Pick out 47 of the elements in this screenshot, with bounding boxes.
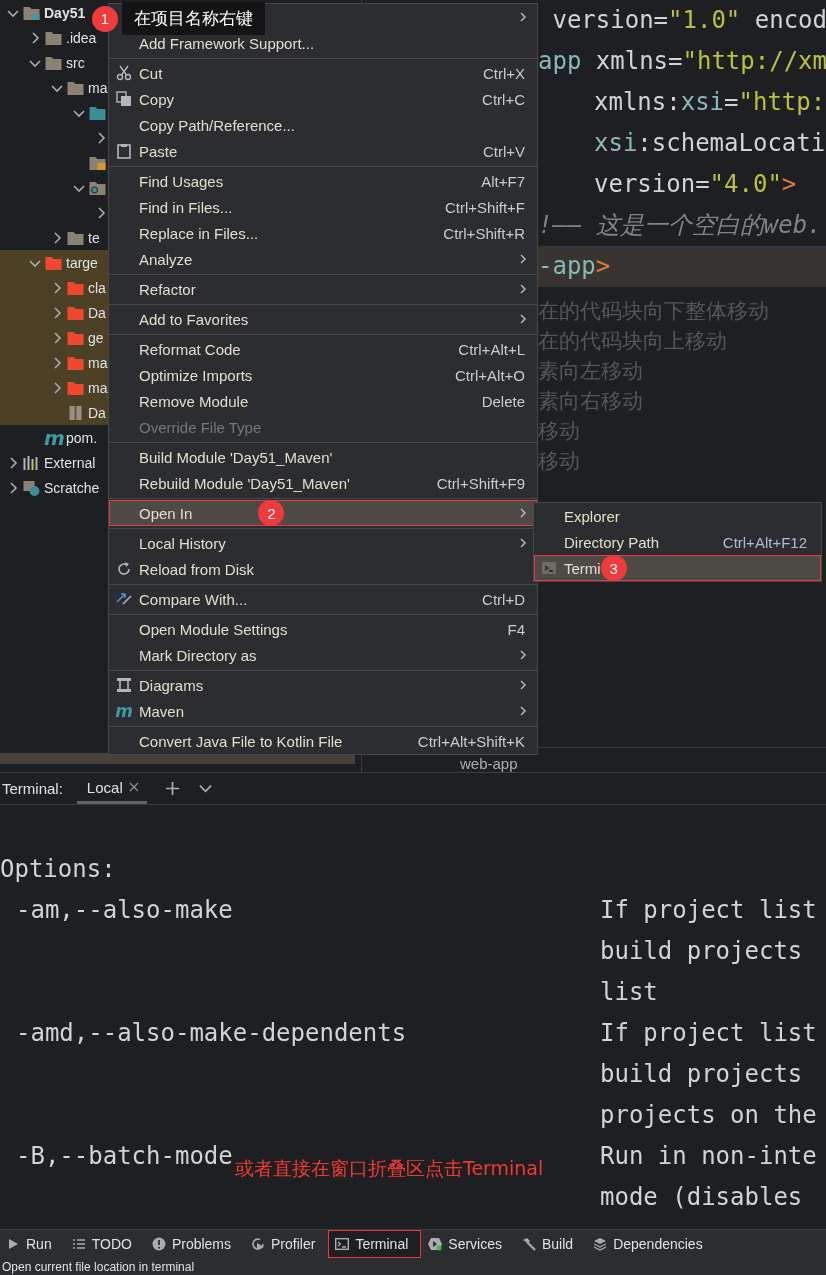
hint-text: 在的代码块向上移动 [538, 328, 727, 355]
panel-title: Terminal: [2, 780, 63, 797]
shortcut-label: Ctrl+Shift+R [443, 224, 525, 242]
shortcut-label: Ctrl+Alt+L [458, 340, 525, 358]
hint-text: 移动 [538, 418, 580, 445]
shortcut-label: Ctrl+Alt+O [454, 366, 525, 384]
option-text: -amd,--also-make-dependents [16, 1019, 407, 1047]
step-badge: 2 [258, 500, 285, 526]
code-line: version="4.0"> [594, 170, 797, 198]
shortcut-label: Ctrl+D [482, 590, 525, 608]
shortcut-label: Ctrl+Alt+Shift+K [417, 732, 525, 750]
maven-icon: m [44, 429, 65, 446]
description-text: projects on the [600, 1100, 817, 1131]
code-line: xsi:schemaLocati [594, 129, 826, 157]
shortcut-label: Ctrl+Shift+F [444, 198, 525, 216]
description-text: list [600, 977, 658, 1008]
code-line: version="1.0" encod [551, 6, 826, 34]
description-text: build projects [600, 1059, 803, 1090]
hint-text: 素向右移动 [538, 388, 643, 415]
annotation-text: 或者直接在窗口折叠区点击Terminal [235, 1155, 544, 1181]
shortcut-label: Ctrl+Alt+F12 [722, 533, 807, 551]
shortcut-label: Ctrl+Shift+F9 [436, 474, 525, 492]
shortcut-label: Ctrl+V [482, 142, 525, 160]
description-text: build projects [600, 936, 803, 967]
description-text: If project list [600, 895, 817, 926]
step-badge: 3 [600, 555, 627, 581]
hint-text: 素向左移动 [538, 358, 643, 385]
step-tooltip: 在项目名称右键 [122, 2, 265, 35]
description-text: Run in non-inte [600, 1141, 817, 1172]
code-line: app xmlns="http://xm [538, 47, 826, 75]
description-text: If project list [600, 1018, 817, 1049]
shortcut-label: Delete [481, 392, 525, 410]
shortcut-label: Ctrl+C [482, 90, 525, 108]
hint-text: 移动 [538, 448, 580, 475]
code-line: !—— 这是一个空白的web. [538, 211, 822, 239]
description-text: mode (disables [600, 1182, 803, 1213]
option-text: -am,--also-make [16, 896, 233, 924]
shortcut-label: F4 [507, 620, 525, 638]
code-line: xmlns:xsi="http: [594, 88, 826, 116]
maven-icon: m [115, 703, 133, 719]
option-text: -B,--batch-mode [16, 1142, 233, 1170]
shortcut-label: Alt+F7 [481, 172, 525, 190]
hint-text: 在的代码块向下整体移动 [538, 298, 769, 325]
shortcut-label: Ctrl+X [482, 64, 525, 82]
status-text: Open current file location in terminal [1, 1260, 195, 1274]
code-line: -app> [538, 252, 611, 280]
output-text: Options: [0, 855, 116, 883]
